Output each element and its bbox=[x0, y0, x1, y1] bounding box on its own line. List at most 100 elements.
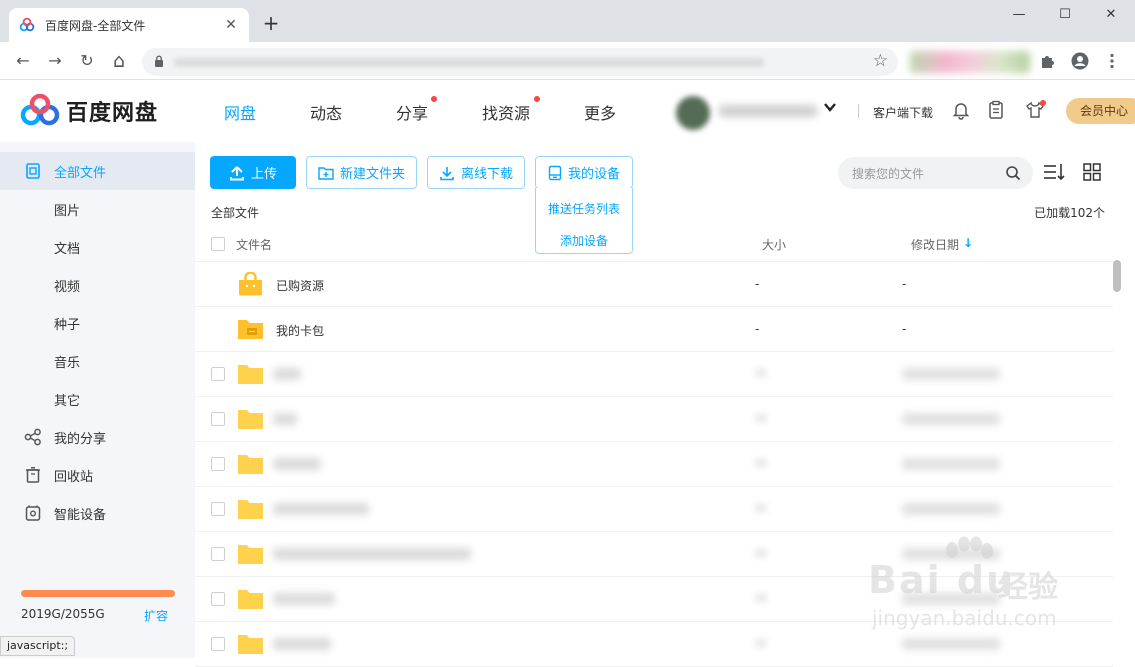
browser-tab[interactable]: 百度网盘-全部文件 ✕ bbox=[9, 8, 249, 42]
bell-icon[interactable] bbox=[951, 100, 971, 120]
file-name-blurred[interactable] bbox=[273, 368, 301, 380]
nav-netdisk[interactable]: 网盘 bbox=[224, 100, 256, 124]
file-name-blurred[interactable] bbox=[273, 503, 369, 515]
sidebar-item-torrents[interactable]: 种子 bbox=[0, 304, 195, 342]
maximize-button[interactable]: ☐ bbox=[1042, 4, 1088, 26]
row-checkbox[interactable] bbox=[211, 457, 225, 471]
my-devices-button[interactable]: 我的设备 bbox=[535, 156, 633, 189]
search-input[interactable]: 搜索您的文件 bbox=[838, 157, 1033, 189]
trash-icon bbox=[26, 467, 40, 483]
sort-desc-arrow-icon[interactable]: ↓ bbox=[963, 236, 973, 250]
avatar[interactable] bbox=[676, 96, 710, 130]
search-placeholder: 搜索您的文件 bbox=[852, 167, 925, 181]
clipboard-icon[interactable] bbox=[986, 100, 1006, 120]
sidebar-item-label: 其它 bbox=[54, 393, 81, 409]
folder-icon bbox=[238, 410, 263, 429]
sidebar-item-all-files[interactable]: 全部文件 bbox=[0, 152, 195, 190]
browser-tab-strip: 百度网盘-全部文件 ✕ + — ☐ ✕ bbox=[0, 0, 1135, 42]
sidebar-item-documents[interactable]: 文档 bbox=[0, 228, 195, 266]
file-modified-blurred bbox=[902, 458, 1000, 470]
tab-close-icon[interactable]: ✕ bbox=[223, 17, 239, 33]
search-icon[interactable] bbox=[1005, 165, 1021, 181]
row-checkbox[interactable] bbox=[211, 547, 225, 561]
column-size[interactable]: 大小 bbox=[762, 236, 786, 253]
nav-find-resources[interactable]: 找资源 bbox=[482, 100, 530, 124]
row-checkbox[interactable] bbox=[211, 412, 225, 426]
sidebar-item-music[interactable]: 音乐 bbox=[0, 342, 195, 380]
row-checkbox[interactable] bbox=[211, 592, 225, 606]
file-name[interactable]: 已购资源 bbox=[276, 277, 324, 294]
bookmark-star-icon[interactable]: ☆ bbox=[873, 51, 888, 71]
vip-center-button[interactable]: 会员中心 bbox=[1066, 98, 1135, 124]
column-name[interactable]: 文件名 bbox=[236, 236, 272, 253]
file-name[interactable]: 我的卡包 bbox=[276, 322, 324, 339]
tab-title: 百度网盘-全部文件 bbox=[45, 18, 146, 33]
file-name-blurred[interactable] bbox=[273, 593, 335, 605]
offline-download-button[interactable]: 离线下载 bbox=[427, 156, 525, 189]
sidebar-item-smart-devices[interactable]: 智能设备 bbox=[0, 494, 195, 532]
back-button[interactable]: ← bbox=[12, 50, 34, 72]
baidu-pan-logo[interactable]: 百度网盘 bbox=[20, 94, 158, 128]
storage-quota-text: 2019G/2055G bbox=[21, 607, 105, 621]
reload-button[interactable]: ↻ bbox=[76, 50, 98, 72]
select-all-checkbox[interactable] bbox=[211, 237, 225, 251]
upload-button[interactable]: 上传 bbox=[210, 156, 296, 189]
file-name-blurred[interactable] bbox=[273, 638, 331, 650]
vertical-scrollbar[interactable] bbox=[1113, 260, 1121, 292]
browser-toolbar: ← → ↻ ⌂ ☆ bbox=[0, 42, 1135, 80]
username-blurred[interactable] bbox=[718, 105, 818, 117]
download-icon bbox=[440, 166, 454, 180]
forward-button[interactable]: → bbox=[44, 50, 66, 72]
client-download-link[interactable]: 客户端下载 bbox=[873, 104, 933, 121]
table-row[interactable]: 已购资源 - - bbox=[195, 262, 1113, 307]
upload-icon bbox=[229, 165, 244, 180]
address-bar[interactable]: ☆ bbox=[142, 48, 898, 76]
row-checkbox[interactable] bbox=[211, 502, 225, 516]
sidebar-item-recycle-bin[interactable]: 回收站 bbox=[0, 456, 195, 494]
file-name-blurred[interactable] bbox=[273, 548, 471, 560]
nav-activity[interactable]: 动态 bbox=[310, 100, 342, 124]
breadcrumb[interactable]: 全部文件 bbox=[211, 204, 259, 221]
watermark-brand: Bai du bbox=[868, 558, 1016, 602]
browser-menu-icon[interactable] bbox=[1103, 52, 1121, 70]
table-row[interactable] bbox=[195, 352, 1113, 397]
new-tab-button[interactable]: + bbox=[260, 12, 282, 34]
table-row[interactable]: 我的卡包 - - bbox=[195, 307, 1113, 352]
minimize-button[interactable]: — bbox=[996, 4, 1042, 26]
row-checkbox[interactable] bbox=[211, 637, 225, 651]
watermark-url: jingyan.baidu.com bbox=[872, 606, 1057, 630]
sidebar-item-other[interactable]: 其它 bbox=[0, 380, 195, 418]
add-device-item[interactable]: 添加设备 bbox=[536, 232, 632, 249]
push-task-list-item[interactable]: 推送任务列表 bbox=[536, 200, 632, 217]
sidebar-item-label: 文档 bbox=[54, 241, 81, 257]
sort-icon[interactable] bbox=[1043, 162, 1065, 182]
file-name-blurred[interactable] bbox=[273, 458, 321, 470]
skin-notification-dot bbox=[1040, 100, 1046, 106]
profile-icon[interactable] bbox=[1071, 52, 1089, 70]
new-folder-button[interactable]: 新建文件夹 bbox=[306, 156, 417, 189]
device-icon bbox=[548, 165, 562, 180]
file-size-blurred bbox=[755, 548, 767, 558]
close-window-button[interactable]: ✕ bbox=[1088, 4, 1134, 26]
nav-share[interactable]: 分享 bbox=[396, 100, 428, 124]
sidebar-item-my-shares[interactable]: 我的分享 bbox=[0, 418, 195, 456]
extensions-puzzle-icon[interactable] bbox=[1039, 52, 1057, 70]
table-row[interactable] bbox=[195, 442, 1113, 487]
table-row[interactable] bbox=[195, 487, 1113, 532]
row-checkbox[interactable] bbox=[211, 367, 225, 381]
file-name-blurred[interactable] bbox=[273, 413, 297, 425]
file-size: - bbox=[755, 322, 760, 336]
file-size-blurred bbox=[755, 503, 767, 513]
chevron-down-icon[interactable] bbox=[823, 100, 837, 114]
nav-more[interactable]: 更多 bbox=[584, 100, 616, 124]
grid-view-icon[interactable] bbox=[1081, 162, 1103, 182]
table-row[interactable] bbox=[195, 397, 1113, 442]
file-modified-blurred bbox=[902, 413, 1000, 425]
sidebar-item-label: 视频 bbox=[54, 279, 81, 295]
expand-storage-link[interactable]: 扩容 bbox=[144, 607, 168, 624]
file-size-blurred bbox=[755, 638, 767, 648]
sidebar-item-images[interactable]: 图片 bbox=[0, 190, 195, 228]
sidebar-item-videos[interactable]: 视频 bbox=[0, 266, 195, 304]
column-modified[interactable]: 修改日期 bbox=[911, 236, 959, 253]
home-button[interactable]: ⌂ bbox=[108, 50, 130, 72]
